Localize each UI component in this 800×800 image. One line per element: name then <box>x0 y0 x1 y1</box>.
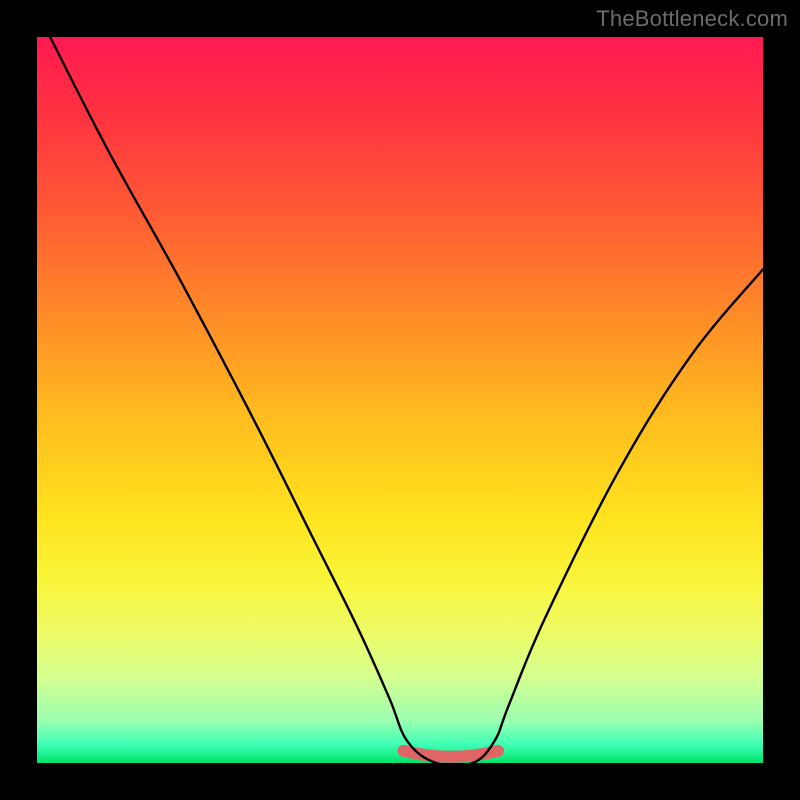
attribution-text: TheBottleneck.com <box>596 6 788 32</box>
series-curve <box>50 37 763 763</box>
plot-svg <box>37 37 763 763</box>
chart-frame: TheBottleneck.com <box>0 0 800 800</box>
plot-area <box>37 37 763 763</box>
